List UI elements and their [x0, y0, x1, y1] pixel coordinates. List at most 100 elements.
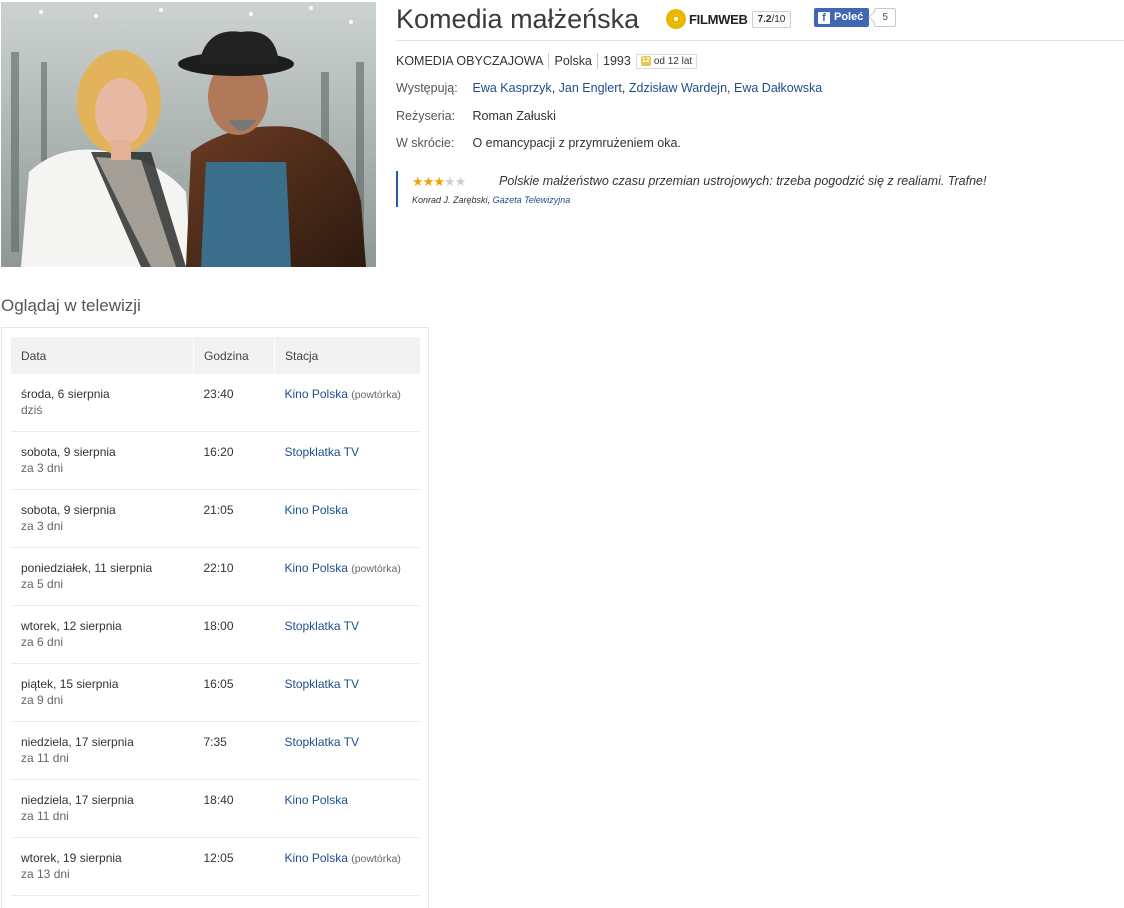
review-author: Konrad J. Zarębski: [412, 195, 488, 205]
cast-separator: ,: [621, 81, 626, 95]
cast-link[interactable]: Ewa Dałkowska: [734, 81, 822, 95]
broadcast-time: 12:05: [193, 837, 275, 896]
star-icon: ★: [433, 174, 445, 189]
table-row: niedziela, 17 sierpnia za 11 dni 7:35 Sto…: [11, 721, 420, 780]
table-header-row: Data Godzina Stacja: [11, 337, 420, 374]
broadcast-date: poniedziałek, 11 sierpnia: [21, 561, 153, 575]
facebook-recommend: f Poleć 5: [814, 8, 896, 27]
broadcast-time: 16:05: [193, 663, 275, 722]
star-icon: ★: [422, 174, 435, 189]
broadcast-relative-date: za 13 dni: [21, 867, 70, 881]
broadcast-time: 7:35: [193, 721, 275, 780]
filmweb-logo-icon: [666, 9, 686, 29]
broadcast-time: 21:05: [193, 489, 275, 548]
meta-divider: [597, 53, 599, 69]
review-quote: ★★★★★ Polskie małżeństwo czasu przemian …: [396, 171, 1072, 207]
broadcast-time: 18:00: [193, 605, 275, 664]
review-separator: ,: [487, 195, 491, 205]
rerun-note: (powtórka): [351, 389, 401, 401]
cast-link[interactable]: Ewa Kasprzyk: [472, 81, 551, 95]
station-link[interactable]: Kino Polska: [285, 793, 348, 807]
station-link[interactable]: Stopklatka TV: [285, 445, 359, 459]
facebook-count: 5: [874, 8, 896, 27]
cast-link[interactable]: Zdzisław Wardejn: [629, 81, 727, 95]
director-row: Reżyseria: Roman Załuski: [396, 107, 556, 125]
station-link[interactable]: Kino Polska: [285, 851, 348, 865]
review-stars: ★★★★★: [412, 174, 467, 190]
star-icon: ★: [443, 174, 456, 189]
filmweb-score-max: /10: [771, 13, 786, 25]
station-link[interactable]: Kino Polska: [285, 503, 348, 517]
age-rating-icon: 12: [640, 56, 651, 66]
star-icon: ★: [412, 174, 424, 189]
broadcast-time: 16:20: [193, 431, 275, 490]
age-rating-badge: 12 od 12 lat: [635, 53, 698, 69]
station-link[interactable]: Kino Polska: [285, 561, 348, 575]
star-icon: ★: [454, 174, 467, 189]
station-link[interactable]: Stopklatka TV: [285, 735, 359, 749]
broadcast-relative-date: za 11 dni: [21, 751, 69, 765]
movie-country: Polska: [554, 54, 593, 68]
film-still-image: [1, 2, 376, 267]
broadcast-date: sobota, 9 sierpnia: [21, 503, 116, 517]
table-row: wtorek, 19 sierpnia za 13 dni 12:05 Kino …: [11, 837, 420, 896]
facebook-recommend-button[interactable]: f Poleć: [814, 8, 870, 27]
director-label: Reżyseria:: [396, 109, 456, 123]
broadcast-date: piątek, 15 sierpnia: [21, 677, 119, 691]
cast-label: Występują:: [396, 81, 458, 95]
director-link[interactable]: Roman Załuski: [472, 107, 555, 125]
column-header-time: Godzina: [193, 337, 275, 374]
review-attribution: Konrad J. Zarębski, Gazeta Telewizyjna: [412, 195, 570, 205]
broadcast-relative-date: za 3 dni: [21, 519, 64, 533]
facebook-button-label: Poleć: [834, 11, 864, 23]
cast-row: Występują: Ewa Kasprzyk, Jan Englert, Zd…: [396, 79, 822, 97]
broadcast-date: niedziela, 17 sierpnia: [21, 793, 134, 807]
table-row: wtorek, 12 sierpnia za 6 dni 18:00 Stopkl…: [11, 605, 420, 664]
broadcast-relative-date: dziś: [21, 403, 43, 417]
summary-row: W skrócie: O emancypacji z przymrużeniem…: [396, 134, 681, 152]
meta-divider: [548, 53, 550, 69]
age-rating-label: od 12 lat: [653, 55, 693, 67]
column-header-station: Stacja: [274, 337, 420, 374]
broadcast-date: wtorek, 12 sierpnia: [21, 619, 122, 633]
broadcast-date: wtorek, 19 sierpnia: [21, 851, 122, 865]
filmweb-rating[interactable]: FILMWEB 7.2/10: [666, 8, 792, 30]
table-row: środa, 6 sierpnia dziś 23:40 Kino Polska …: [11, 374, 420, 432]
station-link[interactable]: Stopklatka TV: [285, 619, 359, 633]
movie-genre: KOMEDIA OBYCZAJOWA: [396, 54, 544, 68]
broadcast-date: środa, 6 sierpnia: [21, 387, 110, 401]
tv-schedule-box: Data Godzina Stacja środa, 6 sierpnia dzi…: [1, 327, 429, 908]
table-row: piątek, 15 sierpnia za 9 dni 16:05 Stopkl…: [11, 663, 420, 722]
broadcast-relative-date: za 11 dni: [21, 809, 69, 823]
cast-separator: ,: [727, 81, 731, 95]
cast-separator: ,: [551, 81, 556, 95]
station-link[interactable]: Stopklatka TV: [285, 677, 359, 691]
review-text: Polskie małżeństwo czasu przemian ustroj…: [499, 174, 987, 188]
table-row: niedziela, 17 sierpnia za 11 dni 18:40 Ki…: [11, 779, 420, 838]
movie-meta: KOMEDIA OBYCZAJOWA Polska 1993 12 od 12 …: [396, 52, 698, 70]
broadcast-relative-date: za 9 dni: [21, 693, 64, 707]
title-row: Komedia małżeńska FILMWEB 7.2/10 f Poleć…: [396, 2, 1124, 41]
column-header-date: Data: [11, 337, 194, 374]
table-row: poniedziałek, 11 sierpnia za 5 dni 22:10 …: [11, 547, 420, 606]
broadcast-time: 22:10: [193, 547, 275, 606]
movie-year: 1993: [603, 54, 631, 68]
broadcast-date: niedziela, 17 sierpnia: [21, 735, 134, 749]
summary-text: O emancypacji z przymrużeniem oka.: [472, 136, 681, 150]
broadcast-time: 18:40: [193, 779, 275, 838]
broadcast-relative-date: za 5 dni: [21, 577, 64, 591]
broadcast-relative-date: za 6 dni: [21, 635, 64, 649]
filmweb-score-box: 7.2/10: [751, 10, 792, 28]
station-link[interactable]: Kino Polska: [285, 387, 348, 401]
rerun-note: (powtórka): [351, 563, 401, 575]
facebook-icon: f: [818, 11, 830, 24]
table-row: sobota, 9 sierpnia za 3 dni 16:20 Stopkla…: [11, 431, 420, 490]
movie-title: Komedia małżeńska: [396, 4, 640, 34]
cast-link[interactable]: Jan Englert: [559, 81, 622, 95]
broadcast-relative-date: za 3 dni: [21, 461, 64, 475]
tv-schedule-table: Data Godzina Stacja środa, 6 sierpnia dzi…: [11, 337, 420, 896]
filmweb-label: FILMWEB: [689, 11, 748, 27]
review-source-link[interactable]: Gazeta Telewizyjna: [493, 195, 571, 205]
movie-poster[interactable]: [1, 2, 376, 267]
summary-label: W skrócie:: [396, 136, 455, 150]
